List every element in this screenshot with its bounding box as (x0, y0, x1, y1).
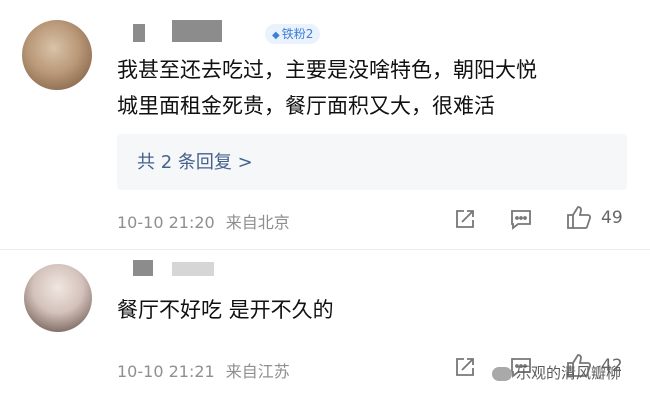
comment-text-line: 餐厅不好吃 是开不久的 (117, 298, 334, 322)
comment-text: 餐厅不好吃 是开不久的 (117, 292, 334, 328)
comment-meta: 10-10 21:20 来自北京 (117, 209, 290, 233)
comment-item: ◆ 铁粉2 我甚至还去吃过，主要是没啥特色，朝阳大悦 城里面租金死贵，餐厅面积又大… (0, 0, 650, 248)
username-redacted[interactable] (172, 20, 222, 42)
like-icon[interactable] (565, 204, 593, 230)
comment-time: 10-10 21:21 (117, 362, 215, 381)
watermark-text: 乐观的清风瓣柳 (516, 364, 622, 382)
user-avatar[interactable] (22, 20, 92, 90)
share-icon[interactable] (454, 356, 476, 378)
comment-meta: 10-10 21:21 来自江苏 (117, 358, 290, 382)
badge-label: 铁粉2 (281, 27, 314, 41)
fan-badge: ◆ 铁粉2 (265, 24, 321, 44)
like-count: 49 (601, 208, 623, 228)
comment-text-line: 我甚至还去吃过，主要是没啥特色，朝阳大悦 (117, 58, 537, 82)
watermark: 乐观的清风瓣柳 (492, 362, 621, 383)
replies-box[interactable]: 共 2 条回复 > (117, 134, 627, 190)
username-redacted[interactable] (133, 260, 153, 276)
username-redacted[interactable] (172, 262, 214, 276)
username-redacted[interactable] (133, 24, 145, 42)
wechat-icon (492, 366, 512, 381)
comment-text-line: 城里面租金死贵，餐厅面积又大，很难活 (117, 94, 495, 118)
view-replies-link[interactable]: 共 2 条回复 > (137, 148, 253, 174)
user-avatar[interactable] (24, 264, 92, 332)
comment-location: 来自北京 (225, 213, 290, 232)
comment-location: 来自江苏 (225, 362, 290, 381)
share-icon[interactable] (454, 208, 476, 230)
divider (0, 249, 650, 250)
comment-text: 我甚至还去吃过，主要是没啥特色，朝阳大悦 城里面租金死贵，餐厅面积又大，很难活 (117, 52, 537, 124)
comment-time: 10-10 21:20 (117, 213, 215, 232)
badge-icon: ◆ (272, 30, 280, 41)
comment-icon[interactable] (509, 208, 533, 230)
